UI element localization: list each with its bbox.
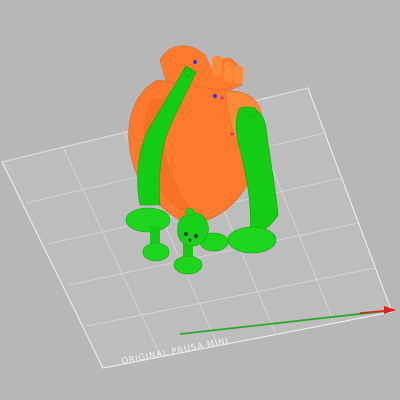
3d-viewport[interactable]: ORIGINAL PRUSA MINI bbox=[0, 0, 400, 400]
support-foot-left-lower bbox=[142, 242, 170, 262]
vessel-branch-3 bbox=[234, 66, 243, 84]
support-foot-bottom bbox=[173, 255, 203, 275]
scene: ORIGINAL PRUSA MINI bbox=[1, 45, 396, 369]
support-foot-left bbox=[125, 207, 171, 233]
support-foot-right bbox=[227, 226, 277, 254]
vessel-branch-1 bbox=[212, 56, 222, 76]
support-center-hub bbox=[177, 212, 209, 247]
vessel-branch-2 bbox=[224, 62, 233, 82]
